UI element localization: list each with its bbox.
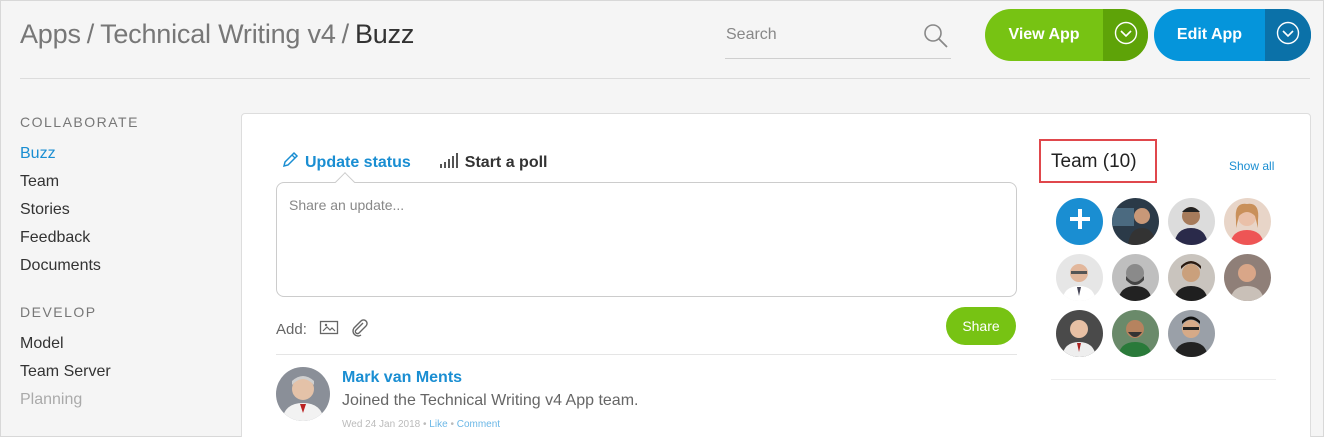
sidebar-item-buzz[interactable]: Buzz <box>20 140 220 168</box>
feed-divider <box>276 354 1017 355</box>
team-divider <box>1051 379 1276 380</box>
avatar[interactable] <box>1168 254 1215 301</box>
search-placeholder: Search <box>726 26 777 43</box>
edit-app-dropdown-button[interactable] <box>1265 9 1311 61</box>
breadcrumb-separator: / <box>341 19 350 49</box>
avatar[interactable] <box>1168 310 1215 357</box>
feed-date: Wed 24 Jan 2018 <box>342 419 421 430</box>
avatar[interactable] <box>1224 254 1271 301</box>
sidebar: COLLABORATE Buzz Team Stories Feedback D… <box>20 114 220 414</box>
view-app-main-button[interactable]: View App <box>985 9 1103 61</box>
paperclip-icon[interactable] <box>349 317 369 341</box>
page-title: Buzz <box>354 19 415 49</box>
team-title: Team (10) <box>1051 151 1137 172</box>
avatar[interactable] <box>1056 310 1103 357</box>
team-avatar-grid <box>1056 198 1271 357</box>
like-link[interactable]: Like <box>429 419 447 430</box>
share-update-placeholder: Share an update... <box>289 197 405 213</box>
chevron-down-circle-icon <box>1276 21 1300 50</box>
avatar[interactable] <box>276 367 330 421</box>
pencil-icon <box>281 151 299 174</box>
sidebar-item-team-server[interactable]: Team Server <box>20 358 220 386</box>
sidebar-item-team[interactable]: Team <box>20 168 220 196</box>
avatar[interactable] <box>1056 254 1103 301</box>
breadcrumb: Apps / Technical Writing v4/Buzz <box>20 19 414 50</box>
breadcrumb-apps[interactable]: Apps <box>20 19 81 49</box>
sidebar-item-planning[interactable]: Planning <box>20 386 220 414</box>
meta-separator: • <box>423 419 427 430</box>
bar-chart-icon <box>439 152 459 173</box>
feed-text: Joined the Technical Writing v4 App team… <box>342 392 639 409</box>
search-input[interactable]: Search <box>725 19 951 59</box>
feed-author-link[interactable]: Mark van Ments <box>342 369 462 387</box>
add-member-button[interactable] <box>1056 198 1103 245</box>
meta-separator: • <box>450 419 454 430</box>
share-button[interactable]: Share <box>946 307 1016 345</box>
sidebar-heading-develop: DEVELOP <box>20 304 97 320</box>
tab-update-status[interactable]: Update status <box>281 151 411 174</box>
plus-icon <box>1068 207 1092 236</box>
add-label: Add: <box>276 320 307 338</box>
tab-label: Update status <box>305 153 411 171</box>
sidebar-item-documents[interactable]: Documents <box>20 252 220 280</box>
image-icon[interactable] <box>319 319 339 339</box>
sidebar-heading-collaborate: COLLABORATE <box>20 114 139 130</box>
view-app-dropdown-button[interactable] <box>1103 9 1148 61</box>
show-all-link[interactable]: Show all <box>1229 159 1274 173</box>
share-update-input[interactable]: Share an update... <box>276 182 1017 297</box>
sidebar-item-feedback[interactable]: Feedback <box>20 224 220 252</box>
edit-app-main-button[interactable]: Edit App <box>1154 9 1265 61</box>
feed-meta: Wed 24 Jan 2018 • Like • Comment <box>342 419 500 430</box>
sidebar-item-model[interactable]: Model <box>20 330 220 358</box>
tab-start-poll[interactable]: Start a poll <box>439 151 548 174</box>
comment-link[interactable]: Comment <box>457 419 500 430</box>
view-app-button: View App <box>985 9 1148 61</box>
avatar[interactable] <box>1112 310 1159 357</box>
edit-app-button: Edit App <box>1154 9 1311 61</box>
avatar[interactable] <box>1112 254 1159 301</box>
attachment-row: Add: <box>276 317 369 341</box>
avatar[interactable] <box>1224 198 1271 245</box>
composer-tabs: Update status Start a poll <box>281 151 547 174</box>
sidebar-item-stories[interactable]: Stories <box>20 196 220 224</box>
avatar[interactable] <box>1112 198 1159 245</box>
avatar[interactable] <box>1168 198 1215 245</box>
search-icon[interactable] <box>923 23 949 54</box>
chevron-down-circle-icon <box>1114 21 1138 50</box>
tab-label: Start a poll <box>464 153 548 171</box>
header-divider <box>20 78 1310 79</box>
breadcrumb-separator: / <box>86 19 95 49</box>
breadcrumb-app-name[interactable]: Technical Writing v4 <box>100 19 336 49</box>
